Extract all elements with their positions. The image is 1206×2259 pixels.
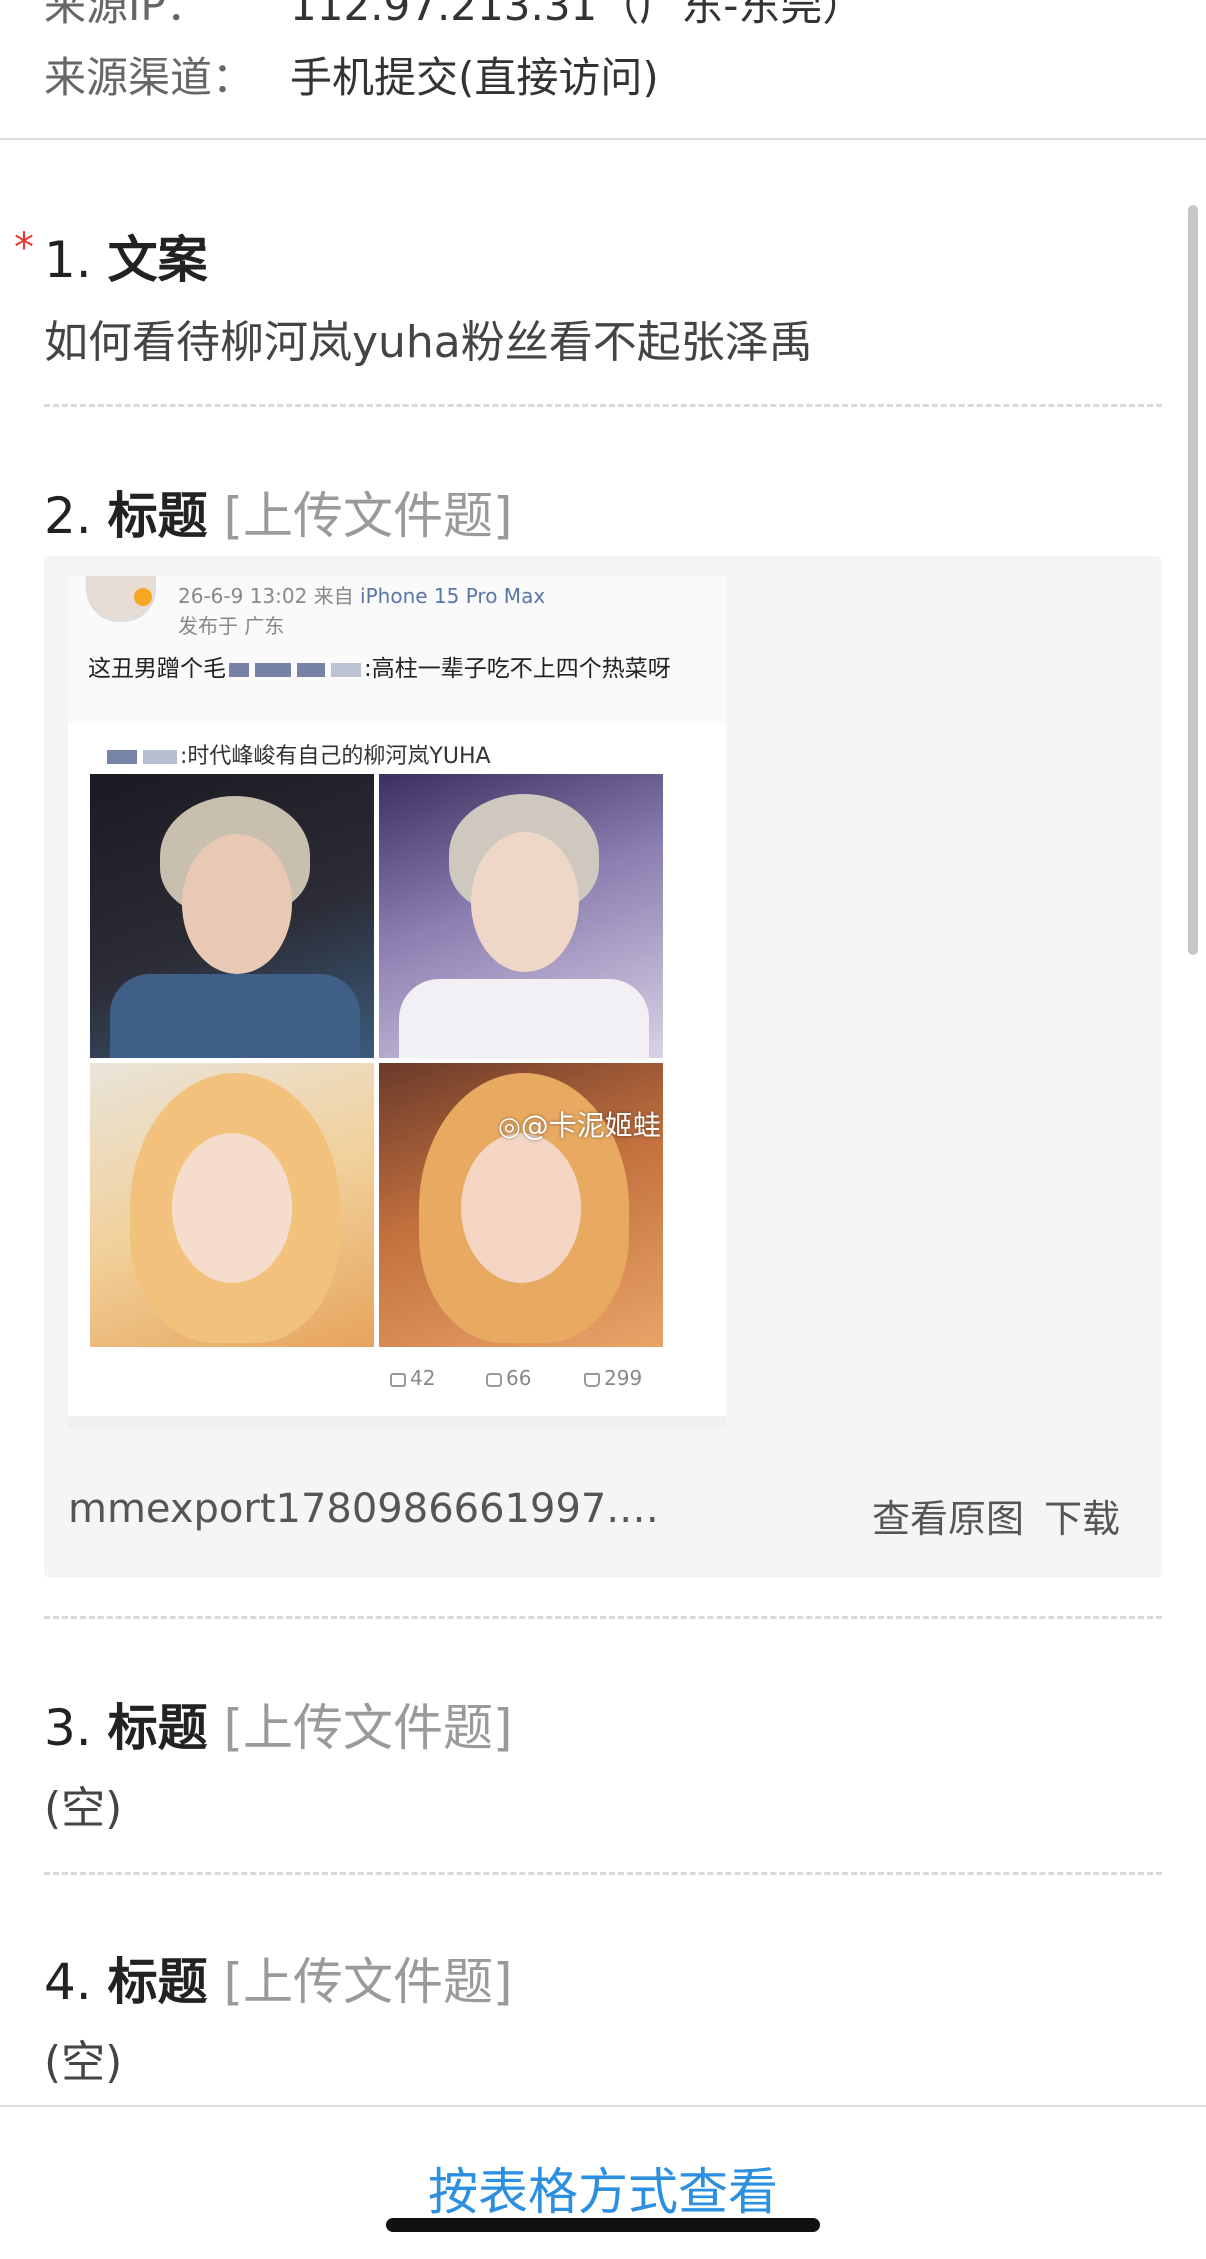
question-1-heading: 1. 文案 bbox=[44, 220, 208, 292]
photo-2 bbox=[379, 774, 663, 1058]
like-count: 299 bbox=[584, 1366, 642, 1390]
redaction-mark bbox=[331, 662, 361, 677]
verified-badge-icon bbox=[134, 588, 152, 606]
question-3-title: 标题 bbox=[107, 1699, 208, 1757]
redaction-mark bbox=[143, 750, 177, 764]
question-4-heading: 4. 标题 [上传文件题] bbox=[44, 1942, 513, 2014]
meta-channel-row: 来源渠道： 手机提交(直接访问) bbox=[44, 44, 659, 105]
repost-count: 42 bbox=[390, 1366, 435, 1390]
comment-icon bbox=[486, 1373, 502, 1387]
question-4-title: 标题 bbox=[107, 1953, 208, 2011]
post-text-b: :高柱一辈子吃不上四个热菜呀 bbox=[364, 656, 671, 682]
post-header: 26-6-9 13:02 来自 iPhone 15 Pro Max 发布于 广东… bbox=[68, 576, 726, 724]
meta-ip-label: 来源IP： bbox=[44, 0, 208, 30]
question-3-number: 3. bbox=[44, 1699, 92, 1757]
meta-channel-label: 来源渠道： bbox=[44, 53, 255, 102]
weibo-icon: ◎ bbox=[498, 1112, 521, 1142]
uploaded-file-card: 26-6-9 13:02 来自 iPhone 15 Pro Max 发布于 广东… bbox=[44, 556, 1162, 1578]
question-2-number: 2. bbox=[44, 487, 92, 545]
photo-grid bbox=[90, 774, 663, 1347]
question-3-heading: 3. 标题 [上传文件题] bbox=[44, 1688, 513, 1760]
file-name: mmexport1780986661997.… bbox=[68, 1486, 660, 1532]
download-link[interactable]: 下载 bbox=[1044, 1488, 1120, 1543]
divider bbox=[44, 404, 1162, 407]
footer-divider bbox=[0, 2105, 1206, 2107]
file-thumbnail[interactable]: 26-6-9 13:02 来自 iPhone 15 Pro Max 发布于 广东… bbox=[68, 576, 726, 1428]
question-2-heading: 2. 标题 [上传文件题] bbox=[44, 476, 513, 548]
question-4-type: [上传文件题] bbox=[223, 1953, 513, 2011]
comment-count: 66 bbox=[486, 1366, 531, 1390]
post-time-value: 26-6-9 13:02 bbox=[178, 584, 308, 608]
post-location: 发布于 广东 bbox=[178, 614, 285, 638]
question-3-answer: (空) bbox=[44, 1783, 123, 1834]
divider bbox=[44, 1872, 1162, 1875]
post-device: iPhone 15 Pro Max bbox=[360, 584, 546, 608]
view-original-link[interactable]: 查看原图 bbox=[872, 1488, 1024, 1543]
question-3-type: [上传文件题] bbox=[223, 1699, 513, 1757]
required-asterisk: * bbox=[14, 225, 34, 271]
post-text: 这丑男蹭个毛 :高柱一辈子吃不上四个热菜呀 bbox=[88, 652, 678, 686]
weibo-watermark: ◎@卡泥姬蛙 bbox=[498, 1104, 661, 1144]
meta-ip-value: 112.97.213.31（广东-东莞） bbox=[290, 0, 865, 30]
redaction-mark bbox=[297, 662, 325, 677]
photo-3 bbox=[90, 1063, 374, 1347]
repost-text: :时代峰峻有自己的柳河岚YUHA bbox=[180, 744, 491, 769]
thumbs-up-icon bbox=[584, 1373, 600, 1387]
scrollbar-thumb[interactable] bbox=[1188, 205, 1198, 955]
view-as-table-link[interactable]: 按表格方式查看 bbox=[0, 2152, 1206, 2224]
watermark-text: @卡泥姬蛙 bbox=[520, 1109, 661, 1142]
thumbnail-footer bbox=[68, 1416, 726, 1428]
home-indicator bbox=[386, 2218, 820, 2232]
question-2-type: [上传文件题] bbox=[223, 487, 513, 545]
post-time: 26-6-9 13:02 来自 iPhone 15 Pro Max bbox=[178, 580, 545, 609]
post-text-a: 这丑男蹭个毛 bbox=[88, 656, 226, 682]
meta-channel-value: 手机提交(直接访问) bbox=[290, 53, 659, 102]
divider bbox=[44, 1616, 1162, 1619]
question-1-answer: 如何看待柳河岚yuha粉丝看不起张泽禹 bbox=[44, 317, 813, 368]
post-from-prefix: 来自 bbox=[313, 584, 354, 608]
share-icon bbox=[390, 1373, 406, 1387]
question-4-answer: (空) bbox=[44, 2037, 123, 2088]
question-1-number: 1. bbox=[44, 231, 92, 289]
question-4-number: 4. bbox=[44, 1953, 92, 2011]
repost-line: :时代峰峻有自己的柳河岚YUHA bbox=[104, 738, 491, 770]
redaction-mark bbox=[229, 662, 249, 677]
header-divider bbox=[0, 138, 1206, 140]
redaction-mark bbox=[107, 750, 137, 764]
question-2-title: 标题 bbox=[107, 487, 208, 545]
redaction-mark bbox=[255, 662, 291, 677]
meta-ip-row: 来源IP： 112.97.213.31（广东-东莞） bbox=[44, 0, 864, 33]
question-1-title: 文案 bbox=[107, 231, 208, 289]
photo-1 bbox=[90, 774, 374, 1058]
